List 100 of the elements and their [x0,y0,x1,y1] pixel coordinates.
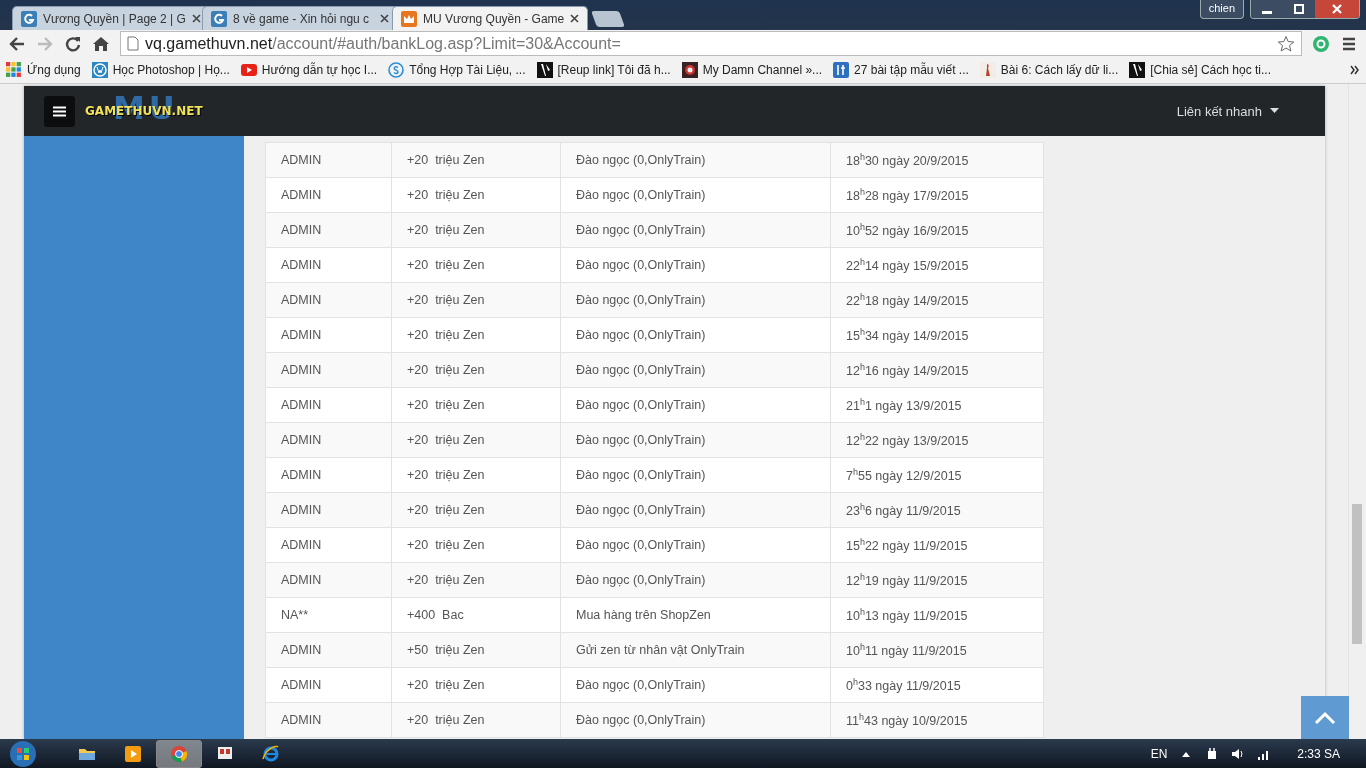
table-cell: Đào ngọc (0,OnlyTrain) [560,457,831,493]
dollar-circle-icon [388,62,405,78]
table-cell: 12$^{h}$22 ngày 13/9/2015 [830,422,1044,458]
table-cell: 10$^{h}$52 ngày 16/9/2015 [830,212,1044,248]
slash-logo-icon [1129,62,1146,78]
page-icon [127,36,139,51]
table-cell: +50 triệu Zen [391,632,561,668]
table-cell: 10$^{h}$13 ngày 11/9/2015 [830,597,1044,633]
table-cell: 12$^{h}$19 ngày 11/9/2015 [830,562,1044,598]
table-cell: +20 triệu Zen [391,527,561,563]
g-logo-icon [211,10,227,27]
g-logo-icon [21,10,37,27]
wordpress-icon [91,62,108,78]
table-cell: Đào ngọc (0,OnlyTrain) [560,492,831,528]
table-cell: 15$^{h}$22 ngày 11/9/2015 [830,527,1044,563]
table-cell: 12$^{h}$16 ngày 14/9/2015 [830,352,1044,388]
apps-grid-icon [6,62,22,78]
table-cell: ADMIN [265,667,392,703]
back-icon[interactable] [8,34,26,53]
star-icon[interactable] [1277,34,1295,53]
table-cell: Đào ngọc (0,OnlyTrain) [560,702,831,738]
table-cell: +20 triệu Zen [391,247,561,283]
table-cell: Đào ngọc (0,OnlyTrain) [560,142,831,178]
bookmark[interactable]: Bài 6: Cách lấy dữ li... [979,62,1119,78]
table-cell: Gửi zen từ nhân vật OnlyTrain [560,632,831,668]
extension-icon[interactable] [1312,34,1330,53]
quick-links-menu[interactable]: Liên kết nhanh [1170,102,1285,120]
menu-icon [53,105,66,117]
slash-logo-icon [536,62,553,78]
table-cell: ADMIN [265,492,392,528]
restore-icon [1294,4,1304,14]
table-cell: +20 triệu Zen [391,667,561,703]
table-cell: +20 triệu Zen [391,282,561,318]
table-cell: +20 triệu Zen [391,492,561,528]
table-cell: 15$^{h}$34 ngày 14/9/2015 [830,317,1044,353]
table-cell: 10$^{h}$11 ngày 11/9/2015 [830,632,1044,668]
close-window-button[interactable] [1315,0,1359,18]
tools-icon [833,62,850,78]
profile-name[interactable]: chien [1199,0,1244,19]
table-cell: NA** [265,597,392,633]
table-cell: ADMIN [265,457,392,493]
table-cell: Đào ngọc (0,OnlyTrain) [560,667,831,703]
media-player-icon [123,744,143,764]
table-cell: 23$^{h}$6 ngày 11/9/2015 [830,492,1044,528]
new-tab-button[interactable] [591,11,625,27]
address-bar[interactable]: vq.gamethuvn.net/account/#auth/bankLog.asp?Limit=30&Account= [120,31,1302,56]
table-cell: ADMIN [265,387,392,423]
close-icon[interactable] [191,14,201,23]
table-cell: Đào ngọc (0,OnlyTrain) [560,177,831,213]
browser-tab[interactable]: MU Vương Quyền - Game [392,6,588,30]
table-cell: +20 triệu Zen [391,387,561,423]
table-cell: ADMIN [265,212,392,248]
minimize-button[interactable] [1251,0,1283,18]
table-cell: Đào ngọc (0,OnlyTrain) [560,562,831,598]
menu-button[interactable] [44,95,75,127]
reload-icon[interactable] [64,34,82,53]
table-cell: +400 Bac [391,597,561,633]
table-cell: Đào ngọc (0,OnlyTrain) [560,247,831,283]
close-icon[interactable] [380,14,389,23]
table-cell: ADMIN [265,562,392,598]
table-cell: ADMIN [265,527,392,563]
close-icon [1332,4,1342,14]
table-cell: +20 triệu Zen [391,142,561,178]
bookmark[interactable]: [Reup link] Tôi đã h... [536,62,671,78]
table-cell: Đào ngọc (0,OnlyTrain) [560,317,831,353]
table-cell: +20 triệu Zen [391,317,561,353]
minimize-icon [1262,11,1272,14]
table-cell: ADMIN [265,422,392,458]
table-cell: 18$^{h}$28 ngày 17/9/2015 [830,177,1044,213]
table-cell: Đào ngọc (0,OnlyTrain) [560,387,831,423]
clock[interactable]: 2:33 SA [1297,747,1340,761]
table-cell: +20 triệu Zen [391,562,561,598]
table-cell: +20 triệu Zen [391,212,561,248]
crown-icon [401,10,417,27]
table-cell: Mua hàng trên ShopZen [560,597,831,633]
chrome-icon [169,744,189,764]
table-cell: 7$^{h}$55 ngày 12/9/2015 [830,457,1044,493]
close-icon[interactable] [570,14,580,23]
bookmark[interactable]: Tổng Hợp Tài Liệu, ... [388,62,526,78]
bookmark[interactable]: My Damn Channel »... [681,62,823,78]
maximize-button[interactable] [1283,0,1315,18]
speaker-icon[interactable] [1231,747,1246,761]
back-to-top-button[interactable] [1301,696,1349,739]
bookmark[interactable]: Ứng dụng [6,62,81,78]
table-cell: ADMIN [265,142,392,178]
table-cell: +20 triệu Zen [391,702,561,738]
chevron-icon[interactable] [1350,65,1360,75]
table-cell: Đào ngọc (0,OnlyTrain) [560,527,831,563]
chevron-up-icon [1314,710,1336,725]
table-cell: Đào ngọc (0,OnlyTrain) [560,352,831,388]
language-indicator[interactable]: EN [1150,747,1168,761]
bookmark[interactable]: Hướng dẫn tự học I... [240,62,378,78]
home-icon[interactable] [92,34,110,53]
table-cell: ADMIN [265,352,392,388]
bookmark[interactable]: Học Photoshop | Họ... [91,62,230,78]
table-cell: Đào ngọc (0,OnlyTrain) [560,422,831,458]
bookmark[interactable]: [Chia sẻ] Cách học ti... [1129,62,1271,78]
table-cell: Đào ngọc (0,OnlyTrain) [560,282,831,318]
eye-logo-icon [681,62,698,78]
bookmark[interactable]: 27 bài tập mẫu viết ... [833,62,969,78]
